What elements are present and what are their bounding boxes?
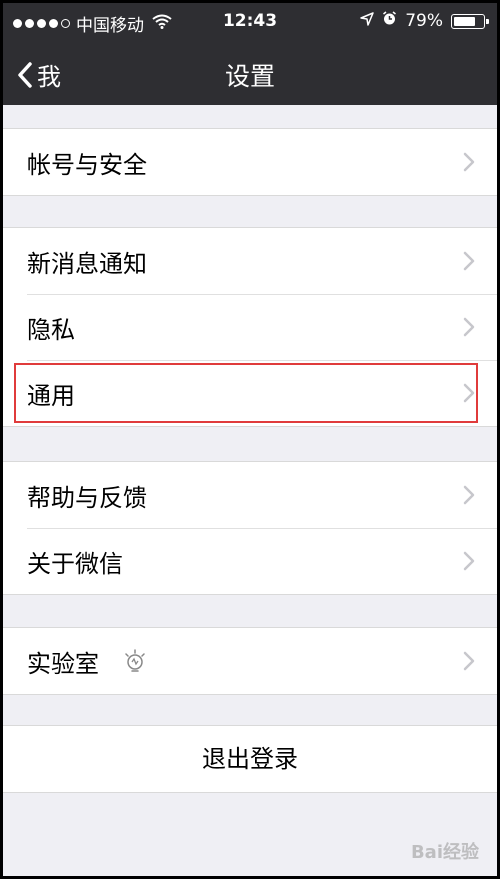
chevron-right-icon: [463, 251, 475, 271]
row-label: 关于微信: [27, 549, 123, 578]
settings-group-general: 新消息通知 隐私 通用: [3, 227, 497, 427]
watermark: Bai经验: [410, 842, 479, 863]
row-label: 新消息通知: [27, 249, 147, 278]
status-bar: 中国移动 12:43 79%: [3, 3, 497, 41]
status-right: 79%: [360, 11, 489, 31]
settings-group-account: 帐号与安全: [3, 128, 497, 196]
battery-percent: 79%: [405, 11, 443, 31]
row-label: 通用: [27, 381, 75, 410]
settings-row-general[interactable]: 通用: [3, 360, 497, 426]
phone-screen: 中国移动 12:43 79% 我 设置 帐号与安全 新消息通知 隐私 通用 帮助…: [0, 0, 500, 879]
chevron-right-icon: [463, 651, 475, 671]
chevron-right-icon: [463, 485, 475, 505]
settings-row-privacy[interactable]: 隐私: [3, 294, 497, 360]
lightbulb-icon: [125, 649, 145, 672]
row-label: 隐私: [27, 315, 75, 344]
page-title: 设置: [224, 62, 275, 91]
row-label: 帮助与反馈: [27, 483, 147, 512]
battery-icon: [451, 13, 489, 29]
settings-row-account-security[interactable]: 帐号与安全: [3, 129, 497, 195]
navigation-bar: 我 设置: [3, 41, 497, 105]
row-label: 帐号与安全: [27, 150, 147, 179]
chevron-right-icon: [463, 383, 475, 403]
settings-group-help: 帮助与反馈 关于微信: [3, 461, 497, 595]
location-arrow-icon: [360, 11, 374, 31]
chevron-right-icon: [463, 551, 475, 571]
row-label: 实验室: [27, 649, 99, 678]
alarm-icon: [382, 11, 397, 31]
settings-row-about[interactable]: 关于微信: [3, 528, 497, 594]
chevron-right-icon: [463, 152, 475, 172]
settings-row-lab[interactable]: 实验室: [3, 628, 497, 694]
settings-row-help-feedback[interactable]: 帮助与反馈: [3, 462, 497, 528]
settings-group-lab: 实验室: [3, 627, 497, 695]
logout-button[interactable]: 退出登录: [3, 725, 497, 793]
chevron-right-icon: [463, 317, 475, 337]
settings-row-notifications[interactable]: 新消息通知: [3, 228, 497, 294]
